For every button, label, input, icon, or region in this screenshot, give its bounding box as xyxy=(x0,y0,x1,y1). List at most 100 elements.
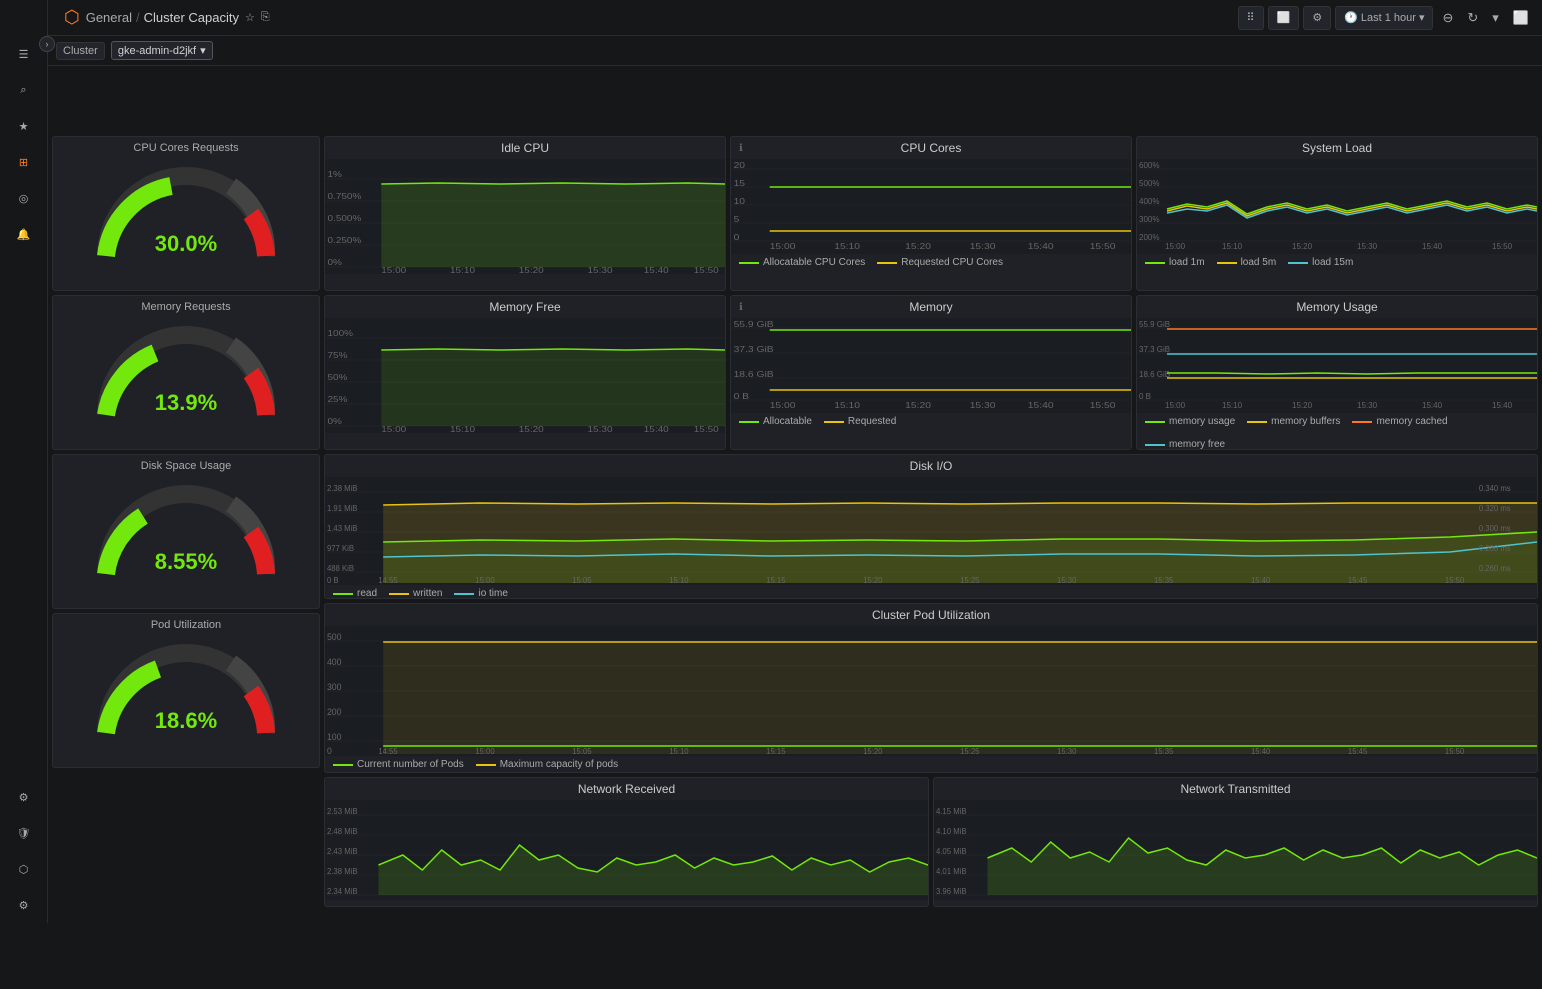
svg-text:25%: 25% xyxy=(328,395,348,404)
sidebar-item-explore[interactable]: ◎ xyxy=(0,180,47,216)
settings-button[interactable]: ⚙ xyxy=(1303,6,1331,30)
svg-text:0: 0 xyxy=(327,746,332,756)
svg-text:4.15 MiB: 4.15 MiB xyxy=(936,807,967,816)
network-received-chart: 2.53 MiB 2.48 MiB 2.43 MiB 2.38 MiB 2.34… xyxy=(325,800,928,900)
kiosk-button[interactable]: ⬜ xyxy=(1268,6,1300,30)
load1m-color xyxy=(1145,262,1165,264)
sidebar-item-user[interactable]: ⚙ xyxy=(0,887,47,923)
svg-text:0%: 0% xyxy=(328,258,342,267)
legend-mem-free-label: memory free xyxy=(1169,439,1225,450)
svg-text:3.96 MiB: 3.96 MiB xyxy=(936,887,967,896)
sidebar-item-search[interactable]: ⌕ xyxy=(0,72,47,108)
idle-cpu-panel: Idle CPU 1% 0.750% 0.500% xyxy=(324,136,726,291)
svg-text:15:00: 15:00 xyxy=(1165,401,1186,410)
mem-free-color xyxy=(1145,444,1165,446)
svg-text:15:40: 15:40 xyxy=(1028,401,1054,410)
disk-space-usage-panel: Disk Space Usage 8.55% xyxy=(52,454,320,609)
svg-text:15:10: 15:10 xyxy=(834,242,860,251)
svg-text:600%: 600% xyxy=(1139,161,1159,170)
svg-text:2.34 MiB: 2.34 MiB xyxy=(327,887,358,896)
memory-title: Memory xyxy=(909,300,952,314)
svg-text:15:15: 15:15 xyxy=(766,747,786,756)
breadcrumb-home[interactable]: General xyxy=(86,10,132,25)
network-transmitted-panel: Network Transmitted 4.15 MiB 4.10 MiB 4.… xyxy=(933,777,1538,907)
memory-usage-header: Memory Usage xyxy=(1137,296,1537,318)
disk-io-header: Disk I/O xyxy=(325,455,1537,477)
sidebar-item-shield[interactable]: 🛡 xyxy=(0,815,47,851)
svg-text:18.6%: 18.6% xyxy=(155,708,217,733)
load15m-color xyxy=(1288,262,1308,264)
system-load-chart: 600% 500% 400% 300% 200% 15:00 15:10 15:… xyxy=(1137,159,1537,254)
svg-text:15:30: 15:30 xyxy=(1357,242,1378,251)
svg-text:15:35: 15:35 xyxy=(1154,576,1174,585)
cluster-pod-title: Cluster Pod Utilization xyxy=(872,608,990,622)
svg-text:8.55%: 8.55% xyxy=(155,549,217,574)
cluster-pod-legend: Current number of Pods Maximum capacity … xyxy=(325,756,1537,773)
svg-text:977 KiB: 977 KiB xyxy=(327,544,354,553)
breadcrumb: General / Cluster Capacity xyxy=(86,10,239,25)
svg-text:15: 15 xyxy=(734,179,745,188)
svg-text:55.9 GiB: 55.9 GiB xyxy=(1139,320,1170,329)
idle-cpu-title: Idle CPU xyxy=(501,141,549,155)
legend-load5m-label: load 5m xyxy=(1241,257,1277,268)
svg-text:14:55: 14:55 xyxy=(378,576,398,585)
svg-text:15:15: 15:15 xyxy=(766,576,786,585)
memory-legend: Allocatable Requested xyxy=(731,413,1131,430)
svg-text:15:25: 15:25 xyxy=(960,747,980,756)
cluster-filter-dropdown[interactable]: gke-admin-d2jkf ▾ xyxy=(111,41,213,60)
cluster-pod-header: Cluster Pod Utilization xyxy=(325,604,1537,626)
favorite-icon[interactable]: ☆ xyxy=(245,11,255,24)
legend-max-pods: Maximum capacity of pods xyxy=(476,759,618,770)
memory-chart: 55.9 GiB 37.3 GiB 18.6 GiB 0 B 15:00 15:… xyxy=(731,318,1131,413)
svg-text:2.38 MiB: 2.38 MiB xyxy=(327,484,358,493)
memory-free-chart: 100% 75% 50% 25% 0% 15:00 15:10 15:20 15… xyxy=(325,318,725,433)
legend-load15m: load 15m xyxy=(1288,257,1353,268)
svg-text:15:00: 15:00 xyxy=(770,242,796,251)
svg-text:488 KiB: 488 KiB xyxy=(327,564,354,573)
requested-color xyxy=(877,262,897,264)
grafana-logo: ⬡ xyxy=(64,7,80,28)
dashboards-icon: ⊞ xyxy=(19,156,28,169)
current-pods-color xyxy=(333,764,353,766)
gauge-column: CPU Cores Requests 30.0% Memory Requests xyxy=(52,136,320,907)
io-time-color xyxy=(454,593,474,595)
sidebar-item-settings[interactable]: ⚙ xyxy=(0,779,47,815)
svg-text:55.9 GiB: 55.9 GiB xyxy=(734,320,774,329)
mem-buffers-color xyxy=(1247,421,1267,423)
sidebar-item-favorites[interactable]: ★ xyxy=(0,108,47,144)
svg-text:500%: 500% xyxy=(1139,179,1159,188)
sidebar-item-dashboards[interactable]: ⊞ xyxy=(0,144,47,180)
share-icon[interactable]: ⎘ xyxy=(261,11,270,24)
svg-text:2.43 MiB: 2.43 MiB xyxy=(327,847,358,856)
network-received-panel: Network Received 2.53 MiB 2.48 MiB 2.43 … xyxy=(324,777,929,907)
cluster-dropdown-arrow: ▾ xyxy=(200,44,206,57)
legend-requested-mem-label: Requested xyxy=(848,416,896,427)
row-1: CPU Cores Requests 30.0% Memory Requests xyxy=(52,136,1538,907)
memory-header: ℹ Memory xyxy=(731,296,1131,318)
svg-text:15:30: 15:30 xyxy=(970,242,996,251)
sidebar-toggle[interactable]: › xyxy=(39,36,55,52)
info-icon: ℹ xyxy=(739,143,743,154)
sidebar-item-help[interactable]: ⬡ xyxy=(0,851,47,887)
svg-text:0.250%: 0.250% xyxy=(328,236,362,245)
svg-text:500: 500 xyxy=(327,632,342,642)
svg-text:37.3 GiB: 37.3 GiB xyxy=(734,345,774,354)
topbar: ⬡ General / Cluster Capacity ☆ ⎘ ⠿ ⬜ ⚙ 🕐… xyxy=(0,0,1542,36)
legend-io-time-label: io time xyxy=(478,588,507,599)
svg-text:15:30: 15:30 xyxy=(1057,747,1077,756)
legend-allocatable-mem: Allocatable xyxy=(739,416,812,427)
panel-view-button[interactable]: ⠿ xyxy=(1238,6,1264,30)
svg-text:15:10: 15:10 xyxy=(450,425,475,433)
zoom-out-button[interactable]: ⊖ xyxy=(1437,8,1458,28)
svg-text:15:40: 15:40 xyxy=(1028,242,1054,251)
tv-mode-button[interactable]: ⬜ xyxy=(1508,8,1534,28)
legend-mem-buffers-label: memory buffers xyxy=(1271,416,1340,427)
written-color xyxy=(389,593,409,595)
svg-text:15:40: 15:40 xyxy=(1422,401,1443,410)
legend-mem-usage-label: memory usage xyxy=(1169,416,1235,427)
refresh-interval-button[interactable]: ▾ xyxy=(1487,8,1504,28)
sidebar-item-alerts[interactable]: 🔔 xyxy=(0,216,47,252)
time-range-button[interactable]: 🕐 Last 1 hour ▾ xyxy=(1335,6,1433,30)
svg-text:2.38 MiB: 2.38 MiB xyxy=(327,867,358,876)
refresh-button[interactable]: ↻ xyxy=(1462,8,1483,28)
